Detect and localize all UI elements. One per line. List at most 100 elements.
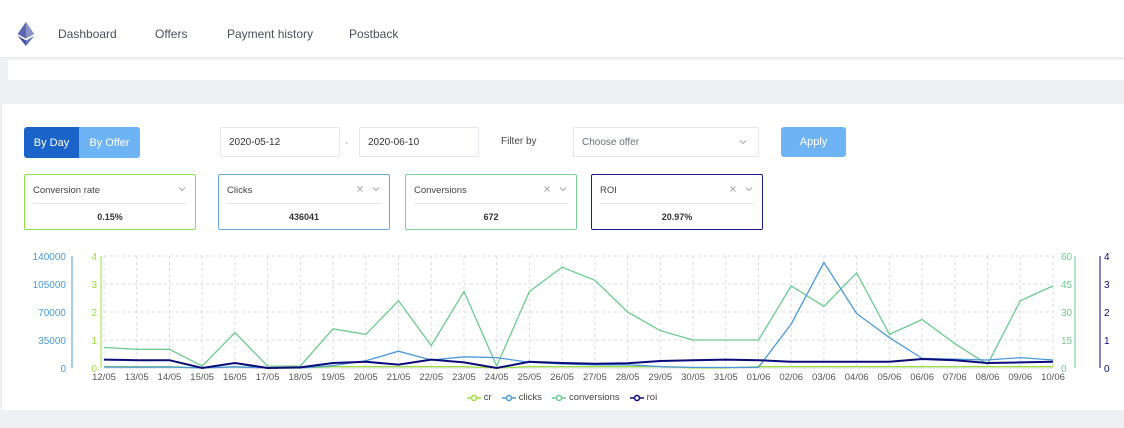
card-divider [227, 203, 381, 204]
legend-marker-dot [505, 394, 512, 401]
clicks-series-line [103, 261, 1054, 369]
x-tick-label: 05/06 [877, 372, 901, 383]
roi-tick-label: 0 [1104, 364, 1110, 375]
header-strip [8, 60, 1124, 80]
chart-legend: cr clicks conversions roi [0, 392, 1124, 403]
x-tick-label: 02/06 [779, 372, 803, 383]
conversions-tick-label: 45 [1061, 280, 1073, 291]
nav-payment-history[interactable]: Payment history [227, 27, 313, 41]
offer-select-placeholder: Choose offer [582, 136, 640, 148]
x-tick-label: 19/05 [321, 372, 345, 383]
conversions-tick-label: 15 [1061, 336, 1073, 347]
close-icon[interactable] [542, 184, 552, 194]
x-tick-label: 28/05 [616, 372, 640, 383]
x-tick-label: 20/05 [354, 372, 378, 383]
cr-tick-label: 3 [91, 280, 97, 291]
x-tick-label: 15/05 [190, 372, 214, 383]
roi-tick-label: 1 [1104, 336, 1110, 347]
conversions-tick-label: 60 [1061, 252, 1073, 263]
by-day-toggle[interactable]: By Day [24, 127, 79, 158]
cr-tick-label: 1 [91, 336, 97, 347]
apply-button[interactable]: Apply [781, 127, 846, 157]
legend-item-roi[interactable]: roi [629, 392, 658, 403]
legend-item-cr[interactable]: cr [466, 392, 492, 403]
x-tick-label: 25/05 [518, 372, 542, 383]
x-tick-label: 21/05 [387, 372, 411, 383]
card-divider [414, 203, 568, 204]
filter-by-label: Filter by [501, 136, 537, 147]
clicks-tick-label: 35000 [38, 336, 66, 347]
chevron-down-icon[interactable] [177, 184, 187, 194]
roi-tick-label: 2 [1104, 308, 1110, 319]
metric-card-conversions[interactable]: Conversions 672 [405, 174, 577, 230]
clicks-tick-label: 0 [60, 364, 66, 375]
legend-label: roi [646, 392, 658, 403]
x-tick-label: 06/06 [910, 372, 934, 383]
x-tick-label: 07/06 [943, 372, 967, 383]
close-icon[interactable] [728, 184, 738, 194]
x-tick-label: 18/05 [288, 372, 312, 383]
x-tick-label: 10/06 [1041, 372, 1065, 383]
x-tick-label: 12/05 [92, 372, 116, 383]
metric-card-roi[interactable]: ROI 20.97% [591, 174, 763, 230]
offer-select[interactable]: Choose offer [573, 127, 759, 157]
roi-tick-label: 4 [1104, 252, 1110, 263]
legend-marker-icon [551, 394, 566, 401]
x-tick-label: 23/05 [452, 372, 476, 383]
card-value: 20.97% [661, 212, 693, 222]
cr-tick-label: 2 [91, 308, 97, 319]
legend-marker-dot [470, 394, 478, 401]
card-value: 0.15% [97, 212, 123, 222]
card-value: 672 [483, 212, 499, 222]
x-tick-label: 27/05 [583, 372, 607, 383]
chevron-down-icon [739, 140, 747, 145]
x-tick-label: 30/05 [681, 372, 705, 383]
x-tick-label: 03/06 [812, 372, 836, 383]
clicks-tick-label: 105000 [33, 280, 67, 291]
legend-marker-icon [466, 394, 481, 401]
x-tick-label: 26/05 [550, 372, 574, 383]
line-chart: 0350007000010500014000001234015304560012… [33, 252, 1110, 383]
x-tick-label: 29/05 [648, 372, 672, 383]
x-tick-label: 09/06 [1008, 372, 1032, 383]
cr-tick-label: 4 [91, 252, 97, 263]
nav-dashboard[interactable]: Dashboard [58, 27, 117, 41]
legend-label: conversions [568, 392, 620, 403]
card-title: ROI [600, 185, 617, 196]
chevron-down-icon[interactable] [744, 184, 754, 194]
x-tick-label: 01/06 [747, 372, 771, 383]
close-icon[interactable] [355, 184, 365, 194]
by-offer-toggle[interactable]: By Offer [79, 127, 140, 158]
chevron-down-icon[interactable] [371, 184, 381, 194]
legend-item-conversions[interactable]: conversions [551, 392, 620, 403]
nav-postback[interactable]: Postback [349, 27, 398, 41]
x-tick-label: 08/06 [976, 372, 1000, 383]
metric-card-clicks[interactable]: Clicks 436041 [218, 174, 390, 230]
date-from-input[interactable]: 2020-05-12 [220, 127, 340, 157]
x-tick-label: 17/05 [256, 372, 280, 383]
x-tick-label: 16/05 [223, 372, 247, 383]
date-range-separator: - [345, 138, 349, 149]
chevron-down-icon[interactable] [558, 184, 568, 194]
top-navigation-bar: Dashboard Offers Payment history Postbac… [0, 0, 1124, 58]
card-divider [33, 203, 187, 204]
clicks-tick-label: 140000 [33, 252, 67, 263]
legend-marker-icon [501, 394, 516, 401]
x-tick-label: 04/06 [845, 372, 869, 383]
metric-card-conversion-rate[interactable]: Conversion rate 0.15% [24, 174, 196, 230]
clicks-tick-label: 70000 [38, 308, 66, 319]
card-title: Conversions [414, 185, 467, 196]
nav-offers[interactable]: Offers [155, 27, 187, 41]
legend-label: cr [483, 392, 492, 403]
card-title: Conversion rate [33, 185, 101, 196]
conversions-tick-label: 30 [1061, 308, 1073, 319]
x-tick-label: 22/05 [419, 372, 443, 383]
x-tick-label: 31/05 [714, 372, 738, 383]
x-tick-label: 13/05 [125, 372, 149, 383]
date-to-input[interactable]: 2020-06-10 [359, 127, 479, 157]
card-title: Clicks [227, 185, 253, 196]
ethereum-logo-icon[interactable] [16, 22, 36, 46]
legend-item-clicks[interactable]: clicks [501, 392, 542, 403]
legend-marker-dot [555, 394, 563, 401]
card-divider [600, 203, 754, 204]
